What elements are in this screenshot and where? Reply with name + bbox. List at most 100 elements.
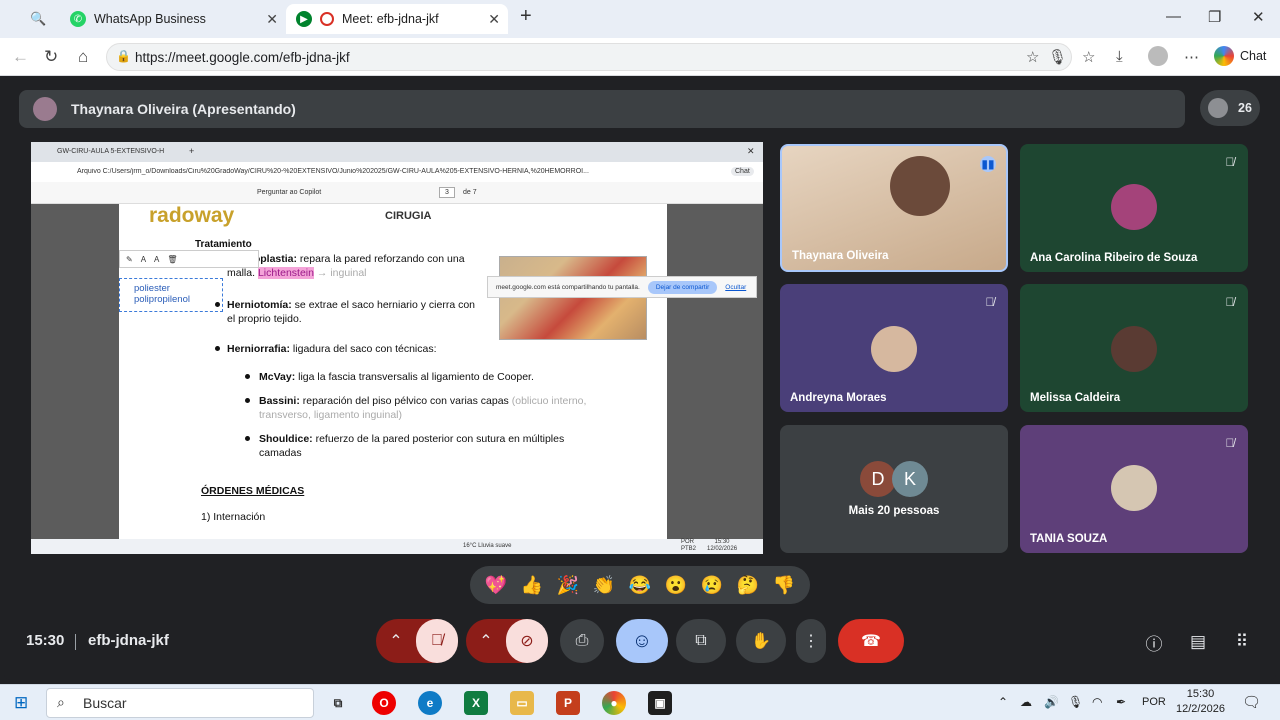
presenter-label: Thaynara Oliveira (Apresentando) xyxy=(71,101,296,117)
avatar-initial: D xyxy=(860,461,896,497)
new-tab-icon[interactable]: + xyxy=(520,5,532,28)
cloud-icon[interactable]: ☁ xyxy=(1020,695,1032,709)
close-icon[interactable]: ✕ xyxy=(488,11,500,28)
participant-tile-andreyna[interactable]: 🎙̸ Andreyna Moraes xyxy=(780,284,1008,412)
delete-icon: 🗑 xyxy=(167,254,178,264)
mic-tray-icon[interactable]: 🎙 xyxy=(1068,695,1083,709)
participant-name: Andreyna Moraes xyxy=(790,392,887,404)
reaction-laugh[interactable]: 😂 xyxy=(629,575,651,596)
terminal-icon[interactable]: ▣ xyxy=(648,691,672,715)
reaction-clap[interactable]: 👏 xyxy=(593,575,615,596)
reaction-surprised[interactable]: 😮 xyxy=(665,575,687,596)
mic-toggle-button[interactable]: 🎙̸ xyxy=(416,619,458,663)
doc-header: CIRUGIA xyxy=(385,210,432,222)
doc-text: camadas xyxy=(259,447,302,459)
chrome-icon[interactable]: ● xyxy=(602,691,626,715)
windows-start-icon[interactable]: ⊞ xyxy=(14,693,28,713)
orders-item: 1) Internación xyxy=(201,511,266,523)
taskbar-clock[interactable]: 15:30 12/2/2026 xyxy=(1176,687,1225,717)
more-options-button[interactable]: ⋮ xyxy=(796,619,826,663)
bold-term: Bassini: xyxy=(259,395,300,407)
url-field[interactable]: 🔒 https://meet.google.com/efb-jdna-jkf xyxy=(106,43,1072,71)
bullet xyxy=(245,398,250,403)
doc-item-hernioplastia: Hernioplastia: repara la pared reforzand… xyxy=(227,252,497,280)
mic-options-chevron-icon[interactable]: ⌃ xyxy=(376,631,416,651)
doc-text: refuerzo de la pared posterior con sutur… xyxy=(312,433,565,445)
participant-tile-thaynara[interactable]: ▮▮ Thaynara Oliveira xyxy=(780,144,1008,272)
copilot-chat-button[interactable]: Chat xyxy=(1214,46,1266,66)
bold-term: McVay: xyxy=(259,371,296,383)
menu-icon[interactable]: ⋯ xyxy=(1184,48,1199,66)
close-icon[interactable]: ✕ xyxy=(266,11,278,28)
doc-brand: radoway xyxy=(149,204,235,227)
participants-button[interactable]: 26 xyxy=(1200,90,1260,126)
opera-icon[interactable]: O xyxy=(372,691,396,715)
participant-tile-tania[interactable]: 🎙̸ TANIA SOUZA xyxy=(1020,425,1248,553)
profile-icon[interactable] xyxy=(1148,46,1168,66)
task-view-icon[interactable]: ⧉ xyxy=(326,691,350,715)
bullet xyxy=(245,436,250,441)
emoji-button[interactable]: ☺ xyxy=(616,619,668,663)
reaction-heart[interactable]: 💖 xyxy=(485,575,507,596)
meeting-info-icon[interactable]: ⓘ xyxy=(1140,628,1168,656)
reaction-thumbs-up[interactable]: 👍 xyxy=(521,575,543,596)
reaction-thumbs-down[interactable]: 👎 xyxy=(773,575,795,596)
reactions-bar: 💖 👍 🎉 👏 😂 😮 😢 🤔 👎 xyxy=(470,566,810,604)
reaction-thinking[interactable]: 🤔 xyxy=(737,575,759,596)
recording-icon xyxy=(320,12,334,26)
camera-toggle-button[interactable]: ⊘ xyxy=(506,619,548,663)
pen-icon[interactable]: ✒ xyxy=(1116,695,1126,709)
captions-button[interactable]: ⧉ xyxy=(676,619,726,663)
volume-icon[interactable]: 🔊 xyxy=(1044,695,1059,709)
leave-call-button[interactable]: ☎ xyxy=(838,619,904,663)
present-screen-button[interactable]: ⎙ xyxy=(560,619,604,663)
annotation-line: polipropilenol xyxy=(134,294,190,305)
doc-item-herniotomia: Herniotomía: se extrae el saco herniario… xyxy=(227,298,497,326)
window-close-icon[interactable]: ✕ xyxy=(1252,8,1265,26)
star-icon[interactable]: ☆ xyxy=(1026,48,1039,66)
wifi-icon[interactable]: ◠ xyxy=(1092,695,1102,709)
tab-whatsapp[interactable]: ✆ WhatsApp Business ✕ xyxy=(60,4,286,34)
camera-options-chevron-icon[interactable]: ⌃ xyxy=(466,631,506,651)
text-annotation: poliester polipropilenol xyxy=(119,278,223,312)
reaction-sad[interactable]: 😢 xyxy=(701,575,723,596)
annotation-toolbar: ✎ A A 🗑 xyxy=(119,250,259,268)
reaction-party[interactable]: 🎉 xyxy=(557,575,579,596)
file-explorer-icon[interactable]: ▭ xyxy=(510,691,534,715)
tray-chevron-icon[interactable]: ⌃ xyxy=(998,695,1008,709)
tab-search-icon[interactable]: 🔍 xyxy=(30,11,46,27)
activities-icon[interactable]: ⠿ xyxy=(1228,628,1256,656)
taskbar-search[interactable]: ⌕ Buscar xyxy=(46,688,314,718)
avatar-initial: K xyxy=(892,461,928,497)
participant-count: 26 xyxy=(1238,101,1252,115)
reload-icon[interactable]: ↻ xyxy=(44,47,58,67)
raise-hand-button[interactable]: ✋ xyxy=(736,619,786,663)
tab-meet[interactable]: ▶ Meet: efb-jdna-jkf ✕ xyxy=(286,4,508,34)
powerpoint-icon[interactable]: P xyxy=(556,691,580,715)
maximize-icon[interactable]: ❐ xyxy=(1208,8,1221,26)
edge-tab-label: GW-CIRU-AULA 5-EXTENSIVO-H xyxy=(57,148,165,155)
shared-screen: GW-CIRU-AULA 5-EXTENSIVO-H + ✕ Arquivo C… xyxy=(31,142,763,554)
home-icon[interactable]: ⌂ xyxy=(78,47,88,67)
pdf-page-total: de 7 xyxy=(463,189,477,196)
download-icon[interactable]: ⤓ xyxy=(1116,48,1123,65)
text-size-icon: A xyxy=(140,254,147,264)
muted-mic-icon: 🎙̸ xyxy=(1225,295,1235,309)
minimize-icon[interactable]: — xyxy=(1166,8,1181,25)
input-language[interactable]: POR xyxy=(1142,696,1166,708)
participant-tile-melissa[interactable]: 🎙̸ Melissa Caldeira xyxy=(1020,284,1248,412)
meet-icon: ▶ xyxy=(296,11,312,27)
back-icon[interactable]: ← xyxy=(12,47,29,67)
notifications-icon[interactable]: 🗨 xyxy=(1242,693,1261,711)
participant-tile-ana[interactable]: 🎙̸ Ana Carolina Ribeiro de Souza xyxy=(1020,144,1248,272)
doc-item-mcvay: McVay: liga la fascia transversalis al l… xyxy=(259,370,639,384)
favorites-icon[interactable]: ☆ xyxy=(1082,48,1095,66)
doc-annotation: transverso, ligamento inguinal) xyxy=(259,409,402,421)
more-participants-tile[interactable]: D K Mais 20 pessoas xyxy=(780,425,1008,553)
mic-icon[interactable]: 🎙 xyxy=(1048,48,1067,66)
excel-icon[interactable]: X xyxy=(464,691,488,715)
edge-tabbar: GW-CIRU-AULA 5-EXTENSIVO-H + ✕ xyxy=(31,142,763,162)
site-info-icon[interactable]: 🔒 xyxy=(116,49,131,63)
chat-icon[interactable]: ▤ xyxy=(1184,628,1212,656)
edge-icon[interactable]: e xyxy=(418,691,442,715)
